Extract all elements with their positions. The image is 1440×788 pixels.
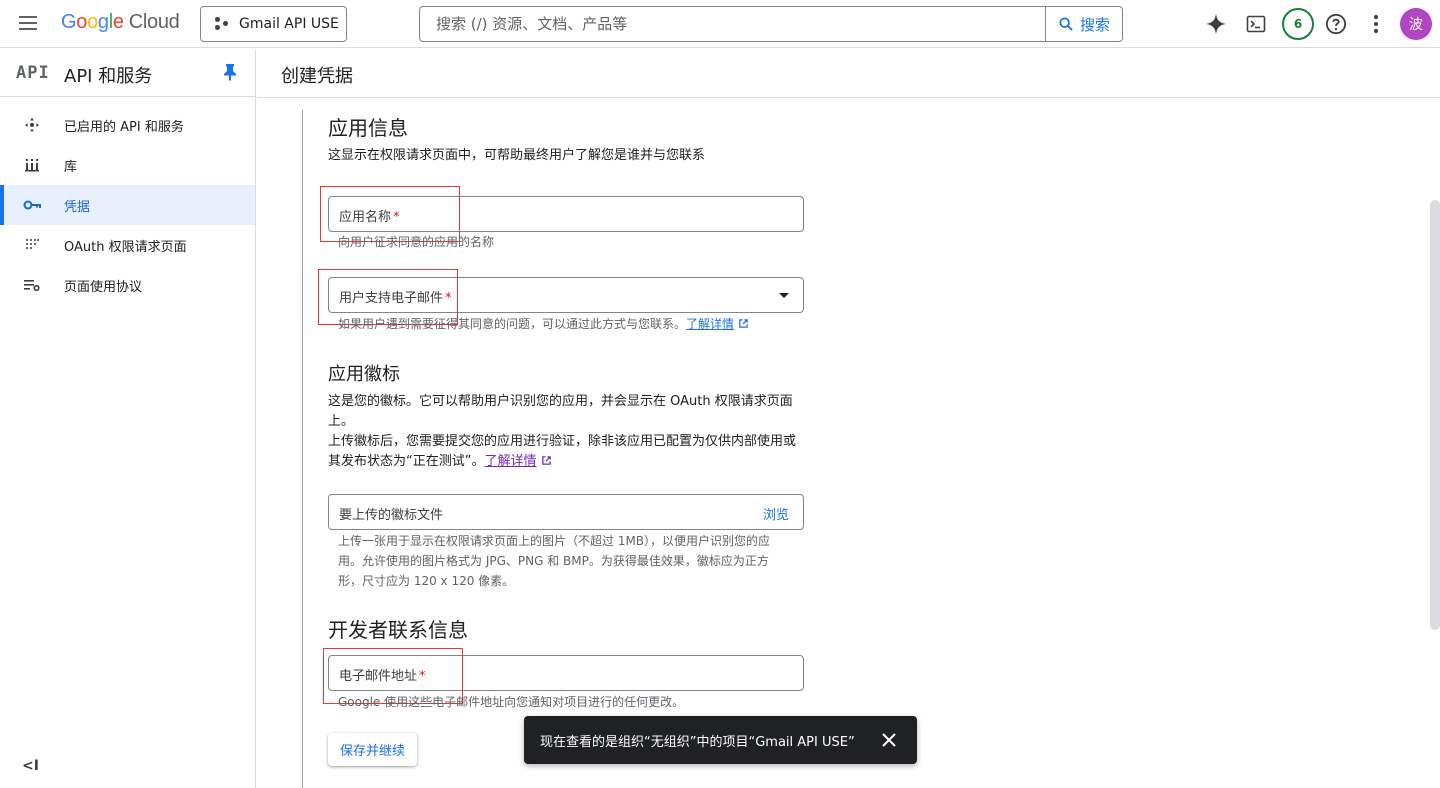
support-email-hint: 如果用户遇到需要征得其同意的问题，可以通过此方式与您联系。 (338, 317, 687, 331)
google-cloud-logo[interactable]: Google Cloud (61, 11, 180, 34)
key-icon (23, 197, 41, 213)
avatar[interactable]: 波 (1400, 8, 1432, 40)
search-input[interactable] (420, 7, 1046, 41)
learn-more-link[interactable]: 了解详情 (686, 317, 734, 331)
search-icon (1059, 17, 1073, 31)
save-and-continue-button[interactable]: 保存并继续 (328, 733, 417, 766)
library-icon (23, 157, 41, 173)
sidebar: API API 和服务 已启用的 API 和服务 库 凭据 OAuth 权限请求… (0, 49, 256, 788)
logo-upload-hint: 上传一张用于显示在权限请求页面上的图片（不超过 1MB），以便用户识别您的应 用… (338, 534, 771, 588)
notifications-badge[interactable]: 6 (1282, 8, 1314, 40)
snackbar: 现在查看的是组织“无组织”中的项目“Gmail API USE” (524, 716, 917, 764)
sidebar-item-oauth-consent[interactable]: OAuth 权限请求页面 (0, 225, 255, 265)
developer-heading: 开发者联系信息 (328, 618, 468, 642)
search-box: 搜索 (419, 6, 1123, 42)
sidebar-title: API 和服务 (64, 66, 153, 87)
sidebar-nav: 已启用的 API 和服务 库 凭据 OAuth 权限请求页面 页面使用协议 (0, 97, 255, 305)
collapse-sidebar-icon[interactable]: <I (22, 758, 39, 774)
project-dots-icon (215, 17, 229, 31)
main-menu-icon[interactable] (16, 12, 40, 36)
sidebar-item-page-usage[interactable]: 页面使用协议 (0, 265, 255, 305)
app-info-heading: 应用信息 (328, 116, 408, 140)
external-link-icon (739, 319, 748, 328)
help-icon[interactable] (1324, 12, 1348, 36)
sidebar-item-library[interactable]: 库 (0, 145, 255, 185)
sidebar-header: API API 和服务 (0, 49, 255, 97)
project-picker-button[interactable]: Gmail API USE (200, 6, 347, 42)
app-logo-description: 这是您的徽标。它可以帮助用户识别您的应用，并会显示在 OAuth 权限请求页面 … (328, 394, 797, 469)
app-info-description: 这显示在权限请求页面中，可帮助最终用户了解您是谁并与您联系 (328, 148, 706, 163)
sidebar-item-enabled-apis[interactable]: 已启用的 API 和服务 (0, 105, 255, 145)
logo-learn-more-link[interactable]: 了解详情 (484, 454, 536, 469)
apis-icon (23, 117, 41, 133)
app-logo-heading: 应用徽标 (328, 364, 400, 385)
api-logo-icon: API (16, 63, 50, 83)
stepper-line (302, 110, 303, 788)
gemini-sparkle-icon[interactable] (1204, 12, 1228, 36)
external-link-icon (541, 456, 551, 465)
search-button[interactable]: 搜索 (1045, 7, 1122, 41)
developer-email-hint: Google 使用这些电子邮件地址向您通知对项目进行的任何更改。 (338, 695, 685, 709)
snackbar-message: 现在查看的是组织“无组织”中的项目“Gmail API USE” (540, 735, 855, 750)
browse-button[interactable]: 浏览 (763, 504, 789, 523)
oauth-icon (23, 237, 41, 253)
page-title: 创建凭据 (281, 66, 353, 87)
more-vert-icon[interactable] (1364, 12, 1388, 36)
pin-icon[interactable] (222, 63, 238, 85)
app-name-hint: 向用户征求同意的应用的名称 (338, 235, 495, 249)
top-bar: GoogleCloud Gmail API USE 搜索 6 波 (0, 0, 1440, 48)
dropdown-arrow-icon (779, 293, 789, 298)
logo-upload-field[interactable]: 要上传的徽标文件 浏览 (328, 494, 804, 530)
project-name: Gmail API USE (239, 16, 339, 32)
page-usage-icon (23, 277, 41, 293)
close-icon[interactable] (881, 732, 897, 748)
cloud-shell-icon[interactable] (1244, 12, 1268, 36)
page-header: 创建凭据 (257, 49, 1440, 98)
scrollbar[interactable] (1430, 200, 1440, 630)
logo-upload-label: 要上传的徽标文件 (339, 508, 444, 523)
sidebar-item-credentials[interactable]: 凭据 (0, 185, 255, 225)
